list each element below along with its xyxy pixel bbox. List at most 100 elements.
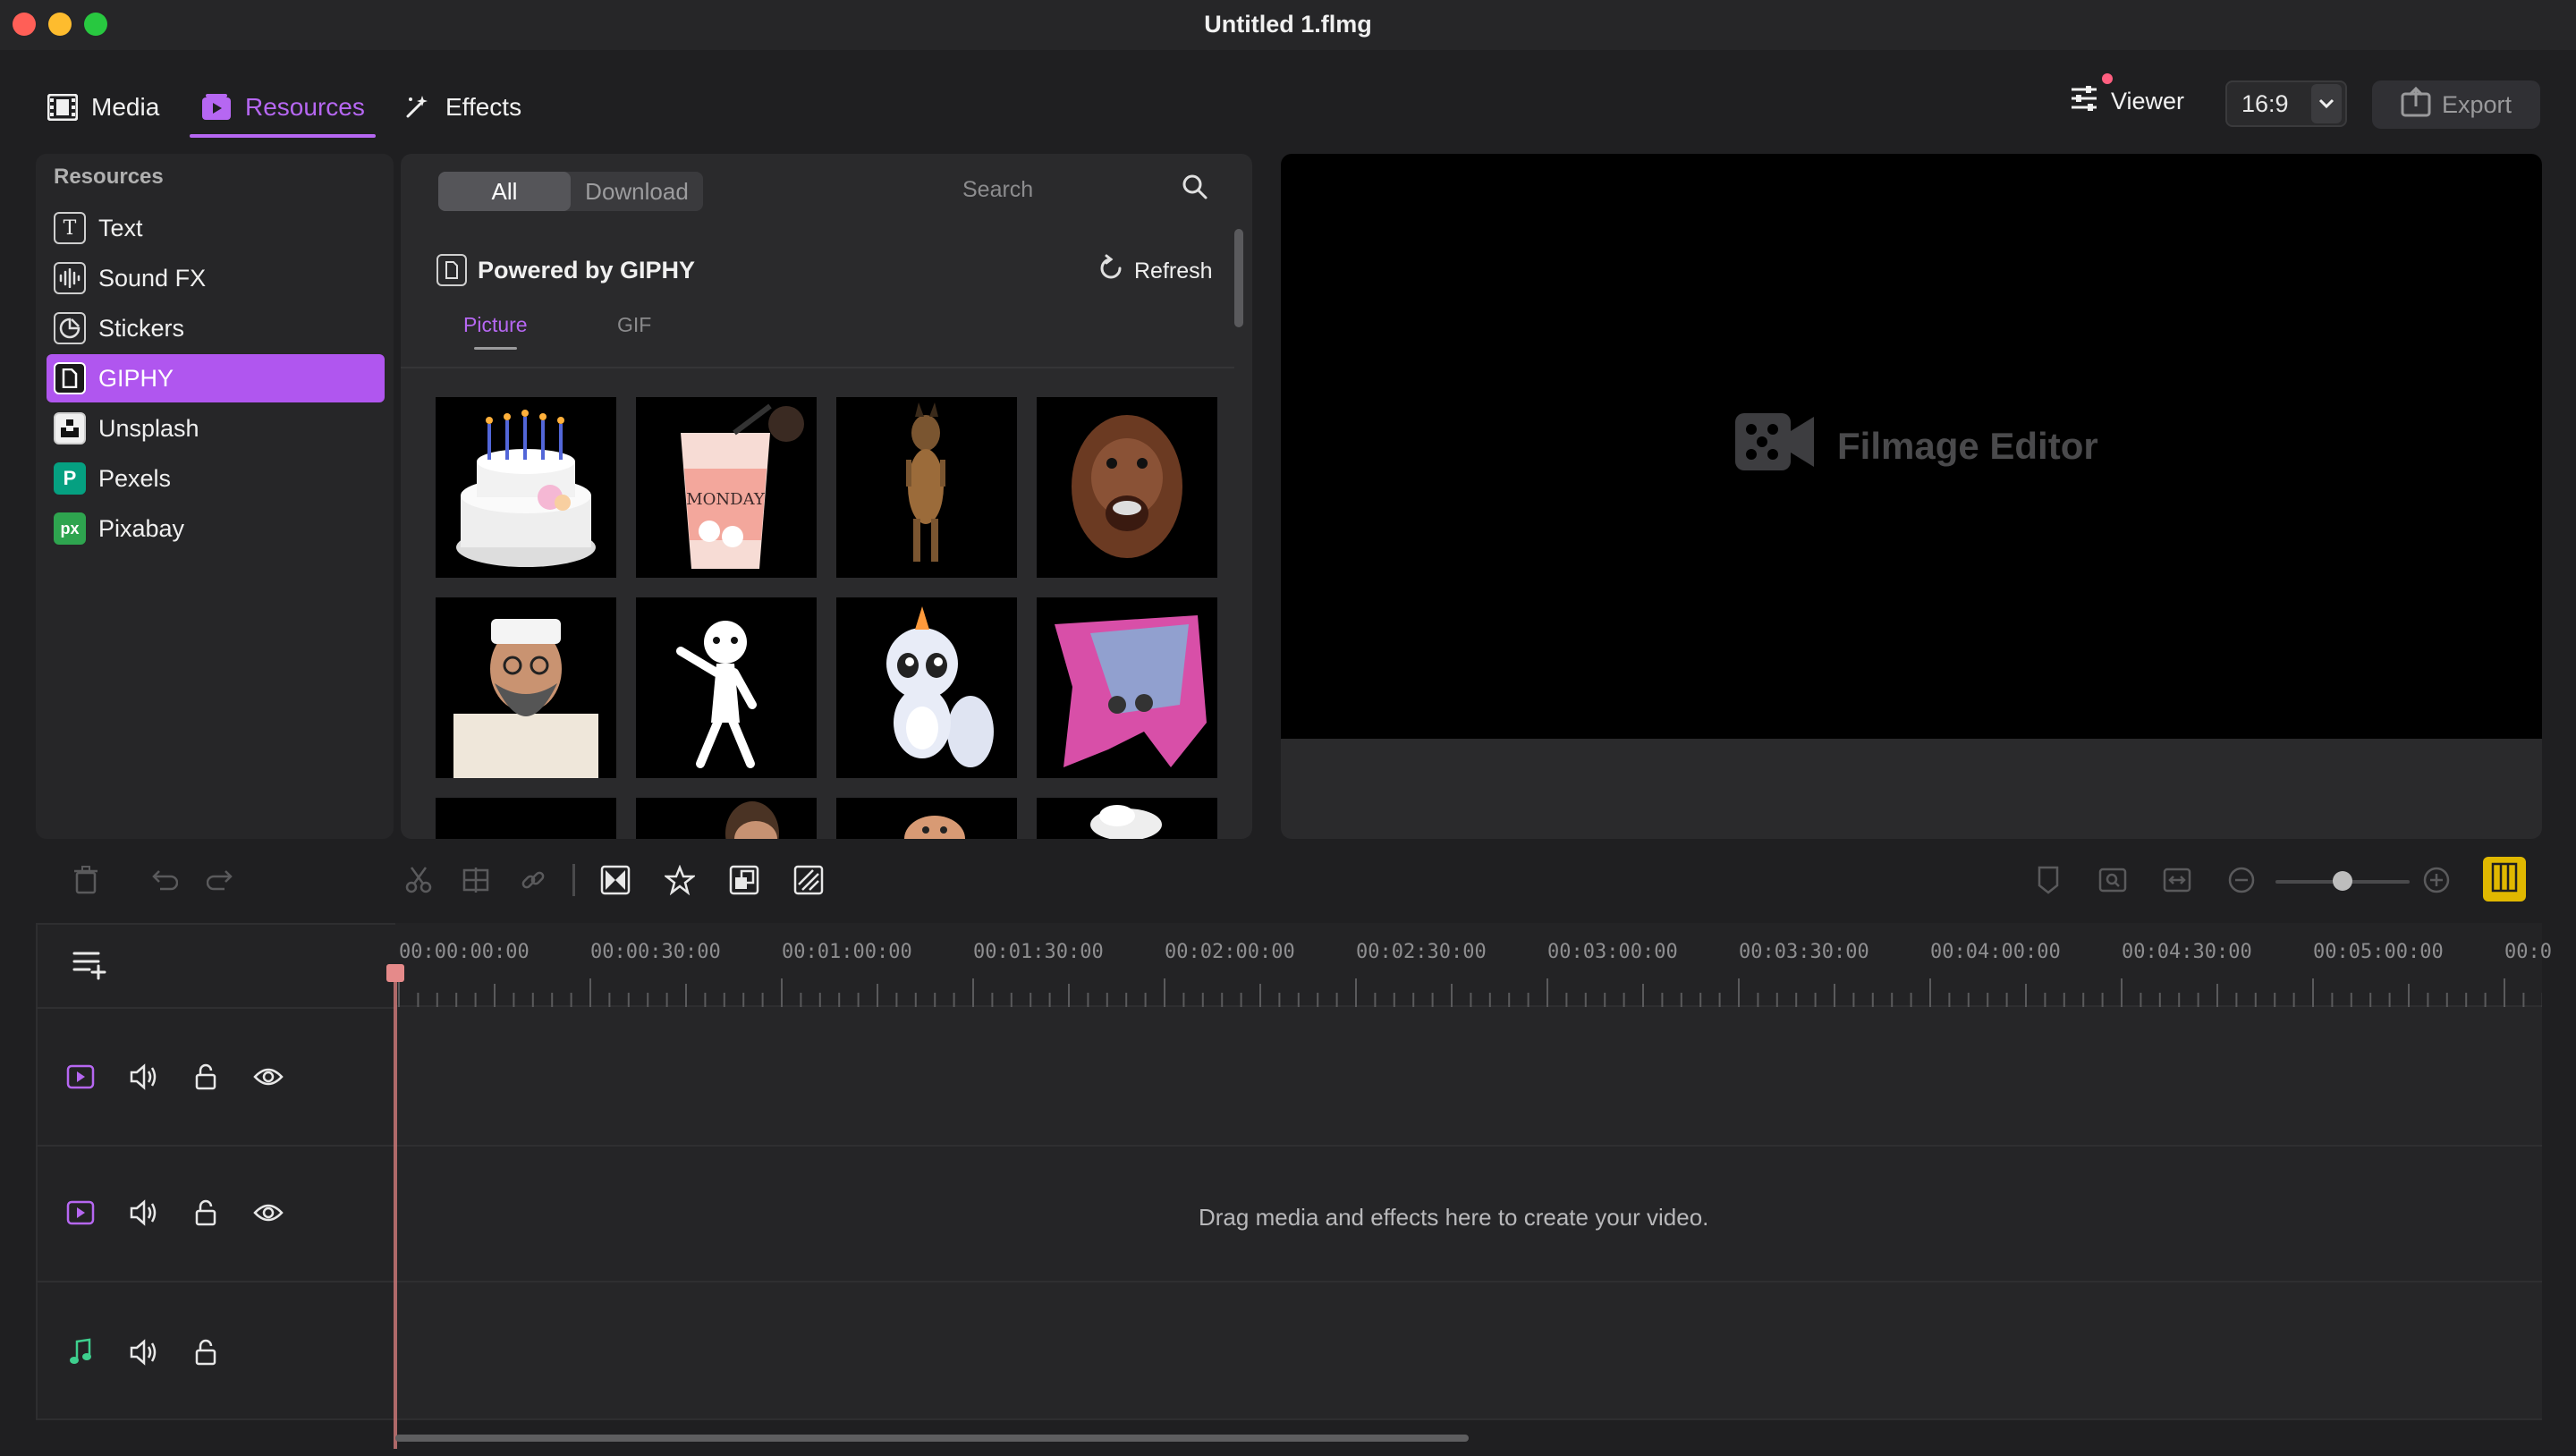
sticker-thumbnail[interactable] — [636, 597, 817, 778]
track-controls-audio — [63, 1334, 224, 1370]
speaker-icon[interactable] — [125, 1059, 161, 1095]
overlay-icon[interactable] — [726, 862, 762, 898]
undo-icon[interactable] — [145, 862, 181, 898]
sidebar-item-unsplash[interactable]: Unsplash — [47, 404, 385, 453]
music-note-icon — [63, 1334, 98, 1370]
link-icon[interactable] — [515, 862, 551, 898]
timeline-horizontal-scrollbar[interactable] — [395, 1435, 1469, 1442]
sidebar-item-text[interactable]: T Text — [47, 204, 385, 252]
eye-icon[interactable] — [250, 1059, 286, 1095]
refresh-label: Refresh — [1134, 258, 1213, 284]
audio-track[interactable] — [395, 1282, 2542, 1418]
party-raccoon-image — [886, 606, 994, 767]
track-controls-video-1 — [63, 1059, 286, 1095]
export-button[interactable]: Export — [2372, 80, 2540, 129]
timecode-label: 00:05:00:00 — [2313, 941, 2444, 963]
timecode-label: 00:02:30:00 — [1356, 941, 1487, 963]
sidebar-item-sound-fx[interactable]: Sound FX — [47, 254, 385, 302]
lock-icon[interactable] — [188, 1195, 224, 1231]
fit-width-icon[interactable] — [2159, 862, 2195, 898]
sidebar-item-label: Pexels — [98, 464, 172, 492]
aspect-ratio-select[interactable]: 16:9 — [2225, 80, 2347, 127]
man-with-cap-image — [453, 619, 598, 778]
search-icon[interactable] — [1181, 173, 1209, 207]
timecode-label: 00:01:00:00 — [782, 941, 912, 963]
segment-download[interactable]: Download — [571, 172, 703, 211]
zoom-to-fit-icon[interactable] — [2095, 862, 2131, 898]
tab-resources[interactable]: Resources — [190, 79, 376, 138]
sidebar-item-pexels[interactable]: P Pexels — [47, 454, 385, 503]
scissors-icon[interactable] — [401, 862, 436, 898]
playhead-handle[interactable] — [386, 964, 404, 982]
pexels-icon: P — [54, 462, 86, 495]
zoom-out-icon[interactable] — [2224, 862, 2259, 898]
add-track-icon[interactable] — [72, 948, 107, 985]
birthday-cake-image — [456, 410, 596, 567]
sidebar-item-stickers[interactable]: Stickers — [47, 304, 385, 352]
timecode-label: 00:03:00:00 — [1547, 941, 1678, 963]
orangutan-image — [1072, 415, 1182, 558]
cartoon-pig-image — [904, 816, 965, 839]
pixabay-icon: px — [54, 512, 86, 545]
subtab-picture[interactable]: Picture — [463, 313, 528, 350]
speaker-icon[interactable] — [125, 1195, 161, 1231]
segment-all[interactable]: All — [438, 172, 571, 211]
zoom-in-icon[interactable] — [2419, 862, 2454, 898]
sticker-thumbnail[interactable] — [436, 397, 616, 578]
dancing-dog-image — [906, 402, 945, 562]
sticker-thumbnail[interactable] — [836, 397, 1017, 578]
sticker-thumbnail[interactable] — [836, 597, 1017, 778]
subtab-gif[interactable]: GIF — [617, 313, 651, 337]
eye-icon[interactable] — [250, 1195, 286, 1231]
chevron-down-icon[interactable] — [2311, 84, 2342, 123]
timecode-label: 00:02:00:00 — [1165, 941, 1295, 963]
ruler-ticks — [398, 978, 2544, 1007]
sticker-thumbnail[interactable] — [436, 597, 616, 778]
tab-effects[interactable]: Effects — [390, 79, 532, 136]
refresh-button[interactable]: Refresh — [1097, 254, 1213, 289]
playhead-line[interactable] — [394, 966, 397, 1449]
dancing-cat-image — [676, 621, 757, 768]
filter-icon[interactable] — [791, 862, 826, 898]
timecode-label: 00:04:00:00 — [1930, 941, 2061, 963]
sticker-thumbnail[interactable] — [1037, 597, 1217, 778]
split-icon[interactable] — [458, 862, 494, 898]
video-track-1[interactable] — [395, 1007, 2542, 1145]
sticker-thumbnail[interactable] — [1037, 397, 1217, 578]
sidebar-item-pixabay[interactable]: px Pixabay — [47, 504, 385, 553]
sticker-thumbnail[interactable] — [636, 798, 817, 839]
search-field[interactable]: Search — [957, 172, 1215, 207]
redo-icon[interactable] — [204, 862, 240, 898]
lock-icon[interactable] — [188, 1059, 224, 1095]
waveform-icon — [54, 262, 86, 294]
marker-icon[interactable] — [2030, 862, 2066, 898]
window-title: Untitled 1.flmg — [1204, 11, 1372, 38]
video-track-icon — [63, 1059, 98, 1095]
timeline-ruler[interactable] — [395, 923, 2544, 1007]
sticker-thumbnail[interactable]: MONDAY — [636, 397, 817, 578]
delete-icon[interactable] — [68, 862, 104, 898]
aspect-ratio-value: 16:9 — [2241, 89, 2289, 117]
viewer-button[interactable]: Viewer — [2068, 82, 2184, 121]
sticker-thumbnail[interactable] — [436, 798, 616, 839]
sidebar-heading: Resources — [54, 165, 164, 189]
source-header: Powered by GIPHY — [436, 254, 695, 286]
viewer-label: Viewer — [2111, 88, 2185, 114]
magic-wand-icon — [401, 91, 433, 123]
lock-icon[interactable] — [188, 1334, 224, 1370]
tab-media[interactable]: Media — [36, 79, 170, 136]
panel-scrollbar[interactable] — [1234, 229, 1243, 327]
timeline-layout-button[interactable] — [2483, 857, 2526, 902]
giphy-icon — [436, 254, 467, 286]
zoom-slider-knob[interactable] — [2333, 871, 2352, 891]
speaker-icon[interactable] — [125, 1334, 161, 1370]
timecode-label: 00:03:30:00 — [1739, 941, 1869, 963]
sticker-thumbnail[interactable] — [836, 798, 1017, 839]
sticker-thumbnail[interactable] — [1037, 798, 1217, 839]
filter-segmented-control: All Download — [438, 172, 703, 211]
timecode-label: 00:00:00:00 — [399, 941, 530, 963]
star-icon[interactable] — [662, 862, 698, 898]
transition-icon[interactable] — [597, 862, 633, 898]
camera-icon — [1732, 406, 1818, 487]
sidebar-item-giphy[interactable]: GIPHY — [47, 354, 385, 402]
